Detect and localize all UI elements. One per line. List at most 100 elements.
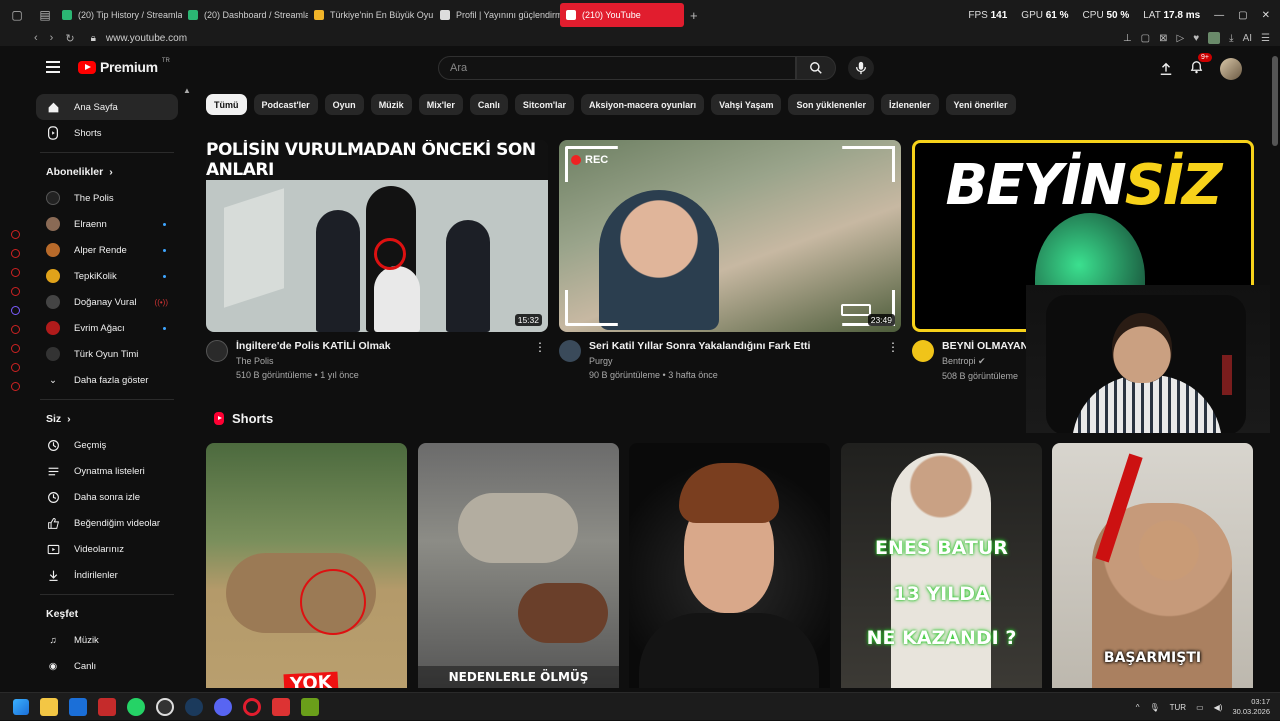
whatsapp-icon[interactable] — [127, 697, 145, 716]
channel-name[interactable]: Purgy — [589, 356, 810, 366]
minimize-icon[interactable]: — — [1214, 10, 1224, 21]
profile-extension-icon[interactable] — [1208, 32, 1221, 44]
sidebar-item-subscription[interactable]: Alper Rende — [36, 237, 178, 263]
sidebar-toggle-icon[interactable]: ▢ — [6, 4, 28, 26]
sidebar-show-more[interactable]: ⌄ Daha fazla göster — [36, 367, 178, 393]
channel-avatar[interactable] — [206, 340, 228, 362]
chip-gaming[interactable]: Oyun — [324, 94, 364, 115]
video-thumbnail[interactable]: POLİSİN VURULMADAN ÖNCEKİ SON ANLARI 15:… — [206, 140, 548, 332]
search-input[interactable] — [450, 62, 795, 74]
chip-podcasts[interactable]: Podcast'ler — [253, 94, 318, 115]
video-card[interactable]: REC 23:49 Seri Katil Yıllar Sonra Yakala… — [559, 140, 901, 380]
sidebar-item-subscription[interactable]: The Polis — [36, 185, 178, 211]
maximize-icon[interactable]: ▢ — [1238, 10, 1247, 21]
volume-icon[interactable]: ◀) — [1214, 703, 1223, 712]
app-icon[interactable] — [301, 697, 319, 716]
input-language[interactable]: TUR — [1170, 703, 1186, 712]
steam-icon[interactable] — [185, 697, 203, 716]
voice-search-button[interactable] — [848, 56, 874, 80]
chip-recently-uploaded[interactable]: Son yüklenenler — [788, 94, 874, 115]
sidebar-item-shorts[interactable]: Shorts — [36, 120, 178, 146]
browser-tab-active[interactable]: (210) YouTube — [560, 3, 684, 27]
back-icon[interactable]: ‹ — [34, 32, 38, 45]
notifications-button[interactable]: 9+ — [1189, 53, 1212, 79]
sidebar-item-history[interactable]: Geçmiş — [36, 432, 178, 458]
vpn-icon[interactable]: ⊠ — [1159, 33, 1167, 44]
account-avatar[interactable] — [1220, 58, 1242, 80]
app-icon[interactable] — [69, 697, 87, 716]
chip-action-adventure[interactable]: Aksiyon-macera oyunları — [581, 94, 705, 115]
sidebar-item-your-videos[interactable]: Videolarınız — [36, 536, 178, 562]
video-title[interactable]: BEYNİ OLMAYAN — [942, 340, 1028, 352]
app-icon[interactable] — [272, 697, 290, 716]
sidebar-item-subscription[interactable]: Doğanay Vural ((•)) — [36, 289, 178, 315]
url-text[interactable]: www.youtube.com — [106, 33, 187, 44]
page-scrollbar[interactable] — [1272, 56, 1278, 146]
system-clock[interactable]: 03:17 30.03.2026 — [1232, 697, 1270, 717]
chip-sitcoms[interactable]: Sitcom'lar — [514, 94, 575, 115]
guide-menu-icon[interactable] — [46, 61, 60, 73]
reload-icon[interactable]: ↻ — [65, 32, 74, 45]
windows-start-icon[interactable] — [13, 698, 29, 715]
more-actions-icon[interactable]: ⋮ — [887, 340, 899, 354]
network-icon[interactable]: ▭ — [1196, 703, 1204, 712]
new-tab-button[interactable]: + — [690, 8, 698, 23]
sidebar-item-watch-later[interactable]: Daha sonra izle — [36, 484, 178, 510]
browser-tab[interactable]: Türkiye'nin En Büyük Oyu — [308, 3, 434, 27]
discord-icon[interactable] — [214, 697, 232, 716]
short-card[interactable]: YOK — [206, 443, 407, 688]
sidebar-item-liked-videos[interactable]: Beğendiğim videolar — [36, 510, 178, 536]
app-icon[interactable] — [98, 697, 116, 716]
menu-icon[interactable]: ☰ — [1261, 33, 1270, 44]
play-extension-icon[interactable]: ▷ — [1177, 33, 1185, 44]
channel-avatar[interactable] — [559, 340, 581, 362]
video-thumbnail[interactable]: REC 23:49 — [559, 140, 901, 332]
short-card[interactable]: BAŞARMIŞTI — [1052, 443, 1253, 688]
channel-name[interactable]: The Polis — [236, 356, 391, 366]
tray-expand-icon[interactable]: ^ — [1136, 703, 1140, 712]
browser-tab[interactable]: Profil | Yayınını güçlendirm — [434, 3, 560, 27]
chip-watched[interactable]: İzlenenler — [881, 94, 939, 115]
chip-mixes[interactable]: Mix'ler — [418, 94, 463, 115]
heart-icon[interactable]: ♥ — [1193, 33, 1199, 44]
chip-all[interactable]: Tümü — [206, 94, 247, 115]
browser-tab[interactable]: (20) Dashboard / Streamla — [182, 3, 308, 27]
sidebar-item-downloads[interactable]: İndirilenler — [36, 562, 178, 588]
obs-icon[interactable] — [156, 697, 174, 716]
video-title[interactable]: Seri Katil Yıllar Sonra Yakalandığını Fa… — [589, 340, 810, 352]
chip-wildlife[interactable]: Vahşi Yaşam — [711, 94, 782, 115]
video-title[interactable]: İngiltere'de Polis KATİLİ Olmak — [236, 340, 391, 352]
sidebar-item-subscription[interactable]: Türk Oyun Timi — [36, 341, 178, 367]
sidebar-item-playlists[interactable]: Oynatma listeleri — [36, 458, 178, 484]
upload-icon[interactable] — [1159, 62, 1173, 76]
subscriptions-header[interactable]: Abonelikler › — [36, 159, 178, 185]
microphone-icon[interactable]: 🎙︎ — [1149, 703, 1159, 712]
youtube-premium-logo[interactable]: Premium TR — [78, 58, 170, 75]
download-icon[interactable]: ⤓ — [1229, 33, 1233, 44]
forward-icon[interactable]: › — [50, 32, 54, 45]
channel-avatar[interactable] — [912, 340, 934, 362]
chip-music[interactable]: Müzik — [370, 94, 412, 115]
chip-new-to-you[interactable]: Yeni öneriler — [945, 94, 1016, 115]
more-actions-icon[interactable]: ⋮ — [534, 340, 546, 354]
short-card[interactable] — [629, 443, 830, 688]
pin-icon[interactable]: ⊥ — [1123, 33, 1132, 44]
sidebar-item-subscription[interactable]: Elraenn — [36, 211, 178, 237]
video-card[interactable]: POLİSİN VURULMADAN ÖNCEKİ SON ANLARI 15:… — [206, 140, 548, 380]
tab-list-icon[interactable]: ▤ — [34, 4, 56, 26]
file-explorer-icon[interactable] — [40, 697, 58, 716]
browser-tab[interactable]: (20) Tip History / Streamla — [56, 3, 182, 27]
sidebar-item-subscription[interactable]: Evrim Ağacı — [36, 315, 178, 341]
sidebar-item-live[interactable]: ◉ Canlı — [36, 653, 178, 679]
sidebar-scroll-up-icon[interactable]: ▲ — [183, 86, 191, 95]
short-card[interactable]: NEDENLERLE ÖLMÜŞ — [418, 443, 619, 688]
sidebar-item-subscription[interactable]: TepkiKolik — [36, 263, 178, 289]
short-card[interactable]: ENES BATUR 13 YILDA NE KAZANDI ? — [841, 443, 1042, 688]
opera-gx-icon[interactable] — [243, 697, 261, 716]
sidebar-item-home[interactable]: Ana Sayfa — [36, 94, 178, 120]
ai-icon[interactable]: AI — [1243, 33, 1252, 44]
chip-live[interactable]: Canlı — [469, 94, 508, 115]
screenshot-icon[interactable]: ▢ — [1141, 33, 1150, 44]
close-icon[interactable]: ✕ — [1262, 10, 1270, 21]
search-button[interactable] — [796, 56, 836, 80]
